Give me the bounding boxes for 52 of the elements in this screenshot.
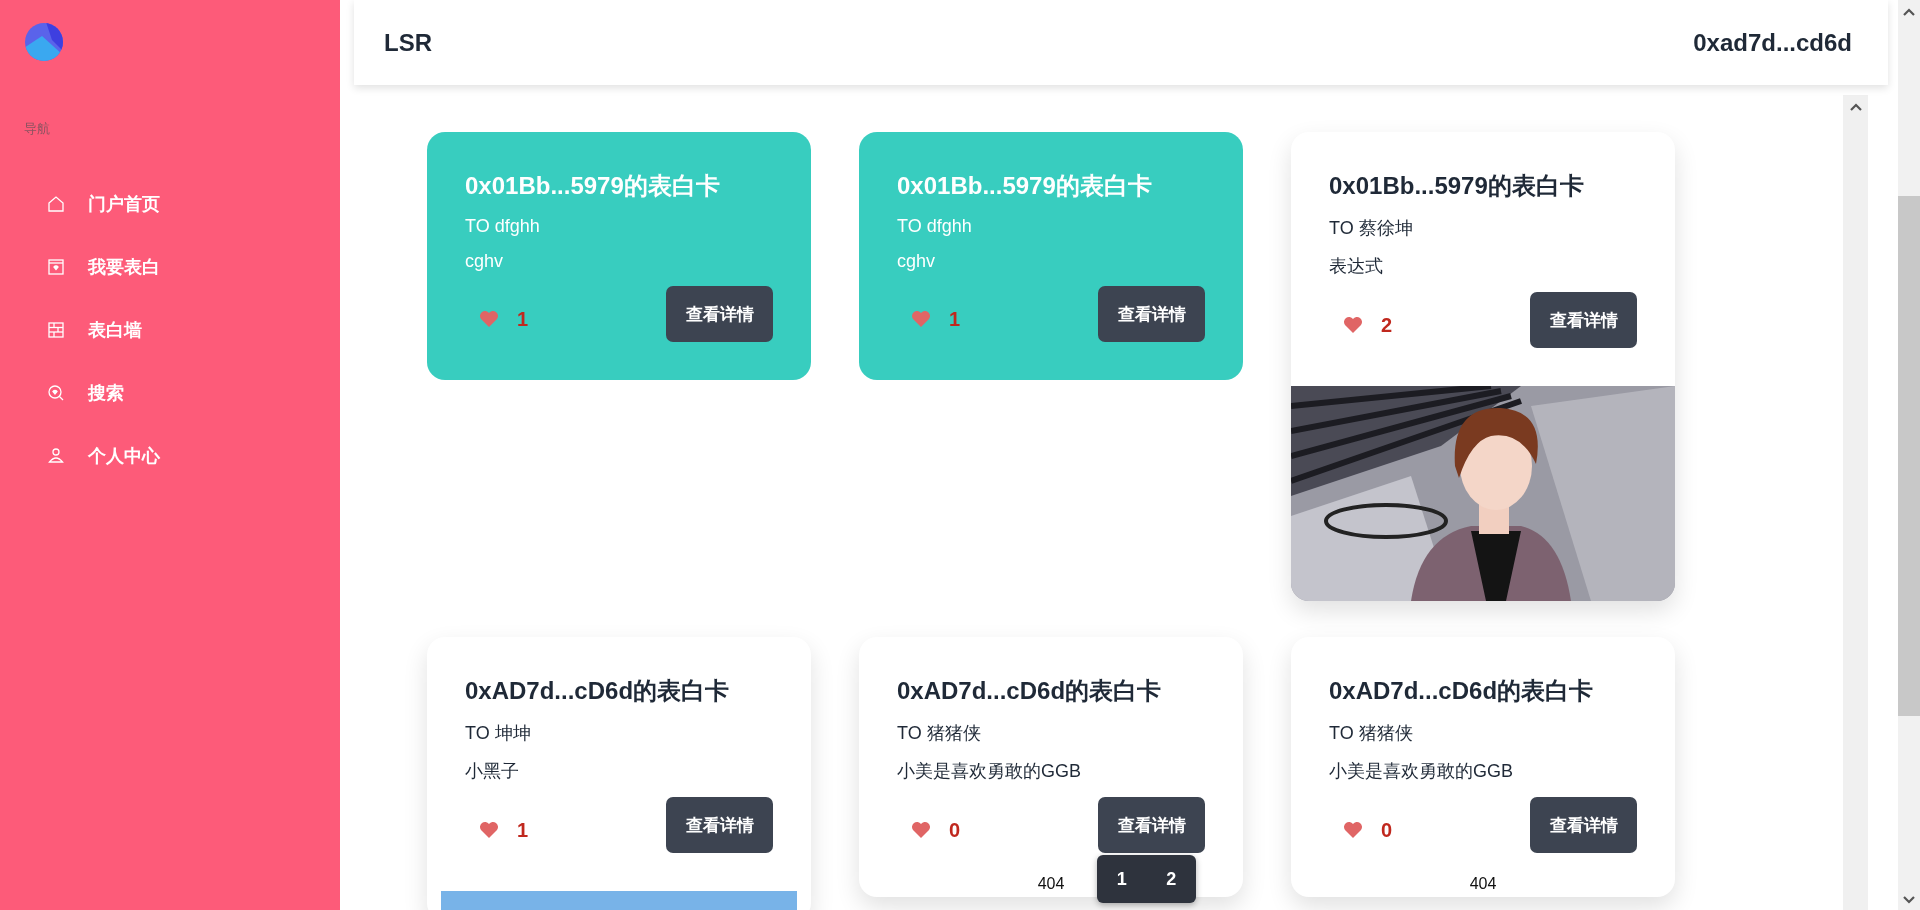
heart-icon[interactable] (1343, 316, 1363, 334)
like-count: 1 (517, 307, 529, 331)
account-address[interactable]: 0xad7d...cd6d (1693, 28, 1852, 57)
view-details-button[interactable]: 查看详情 (1098, 286, 1205, 342)
view-details-button[interactable]: 查看详情 (1530, 292, 1637, 348)
card-recipient: TO dfghh (465, 216, 541, 237)
heart-icon[interactable] (479, 821, 499, 839)
scrollbar[interactable] (1843, 95, 1868, 910)
scroll-up-icon[interactable] (1903, 8, 1915, 16)
card-message: 表达式 (1329, 255, 1384, 278)
card-message: cghv (465, 251, 505, 272)
image-alt-text: 404 (1037, 875, 1065, 893)
logo-icon (24, 22, 64, 62)
card-recipient: TO dfghh (897, 216, 973, 237)
heart-icon[interactable] (911, 821, 931, 839)
heart-icon[interactable] (1343, 821, 1363, 839)
card-recipient: TO 蔡徐坤 (1329, 217, 1414, 240)
app-title: LSR (384, 28, 432, 57)
card-recipient: TO 猪猪侠 (897, 722, 982, 745)
scroll-up-icon[interactable] (1849, 103, 1862, 111)
view-details-button[interactable]: 查看详情 (666, 286, 773, 342)
card-title: 0x01Bb...5979的表白卡 (465, 171, 721, 201)
card-message: cghv (897, 251, 937, 272)
page-link[interactable]: 1 (1110, 864, 1133, 894)
view-details-button[interactable]: 查看详情 (1530, 797, 1637, 853)
nav-section-label: 导航 (24, 120, 51, 138)
scroll-down-icon[interactable] (1903, 896, 1915, 904)
view-details-button[interactable]: 查看详情 (666, 797, 773, 853)
card-recipient: TO 坤坤 (465, 722, 532, 745)
like-count: 1 (517, 818, 529, 842)
brick-wall-icon (46, 319, 66, 340)
card-title: 0x01Bb...5979的表白卡 (897, 171, 1153, 201)
like-count: 0 (949, 818, 961, 842)
card-recipient: TO 猪猪侠 (1329, 722, 1414, 745)
search-icon (46, 382, 66, 403)
like-count: 0 (1381, 818, 1393, 842)
page-link[interactable]: 2 (1160, 864, 1183, 894)
scrollbar[interactable] (1898, 0, 1920, 910)
card-title: 0x01Bb...5979的表白卡 (1329, 171, 1585, 201)
like-count: 1 (949, 307, 961, 331)
card-title: 0xAD7d...cD6d的表白卡 (465, 676, 731, 706)
card-message: 小黑子 (465, 760, 520, 783)
image-alt-text: 404 (1469, 875, 1497, 893)
user-icon (46, 445, 66, 466)
heart-icon[interactable] (911, 310, 931, 328)
card-message: 小美是喜欢勇敢的GGB (1329, 760, 1514, 783)
card-title: 0xAD7d...cD6d的表白卡 (897, 676, 1163, 706)
heart-icon[interactable] (479, 310, 499, 328)
view-details-button[interactable]: 查看详情 (1098, 797, 1205, 853)
card-message: 小美是喜欢勇敢的GGB (897, 760, 1082, 783)
like-count: 2 (1381, 313, 1393, 337)
card-title: 0xAD7d...cD6d的表白卡 (1329, 676, 1595, 706)
